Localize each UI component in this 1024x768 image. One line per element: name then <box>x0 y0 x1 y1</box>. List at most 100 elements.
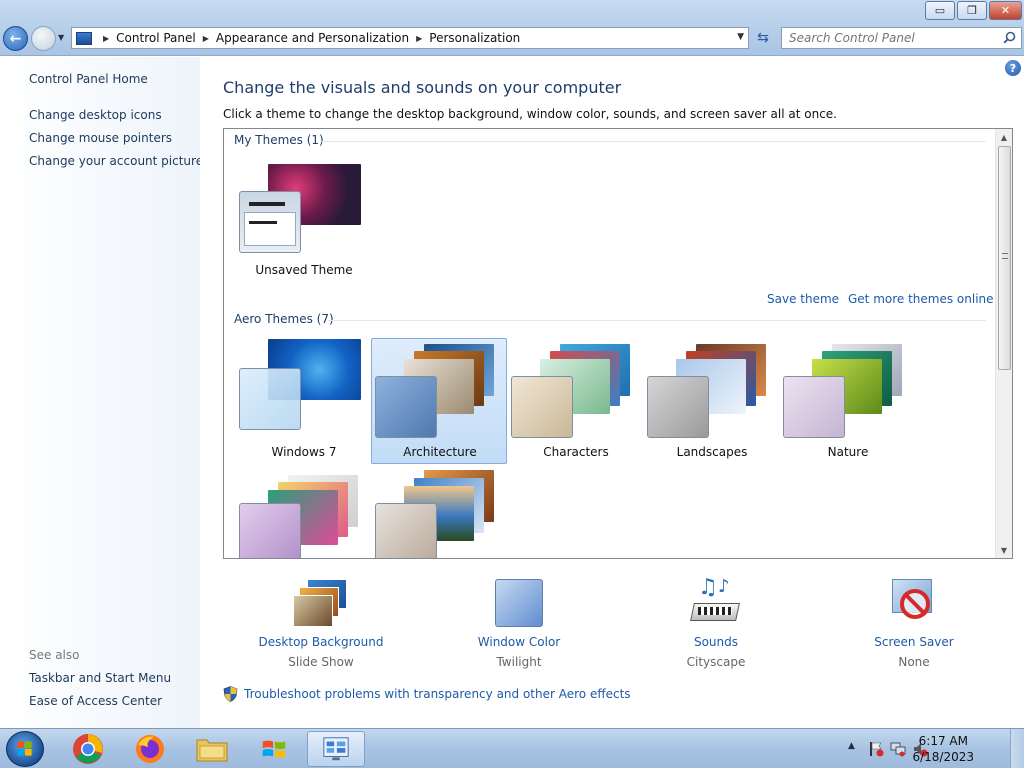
control-panel-icon <box>76 31 92 45</box>
back-button[interactable]: ← <box>3 26 28 51</box>
taskbar-control-panel[interactable] <box>307 731 365 767</box>
window-controls: ▭ ❐ ✕ <box>923 1 1022 20</box>
scroll-thumb[interactable] <box>998 146 1011 370</box>
window-preview-thumbnail <box>239 191 301 253</box>
theme-architecture[interactable]: Architecture <box>371 338 507 464</box>
theme-scenes[interactable] <box>235 469 371 558</box>
screen-saver-link[interactable]: Screen Saver <box>839 635 989 649</box>
change-account-picture-link[interactable]: Change your account picture <box>29 154 203 168</box>
ease-of-access-link[interactable]: Ease of Access Center <box>29 694 162 708</box>
minimize-button[interactable]: ▭ <box>925 1 955 20</box>
windows-flag-icon <box>262 740 286 758</box>
window-color-thumbnail <box>375 376 437 438</box>
firefox-icon <box>136 735 164 763</box>
search-input[interactable] <box>789 31 989 45</box>
taskbar: ▲ 6:17 AM 6/18/2023 <box>0 728 1024 768</box>
page-title: Change the visuals and sounds on your co… <box>223 78 622 97</box>
scroll-down-arrow-icon[interactable]: ▼ <box>996 542 1012 558</box>
taskbar-start-menu-link[interactable]: Taskbar and Start Menu <box>29 671 171 685</box>
taskbar-chrome[interactable] <box>59 731 117 767</box>
control-panel-home-link[interactable]: Control Panel Home <box>29 72 148 86</box>
window-color-thumbnail <box>239 368 301 430</box>
desktop-background-icon[interactable] <box>293 577 349 629</box>
window-color-thumbnail <box>239 503 301 558</box>
refresh-button[interactable]: ⇆ <box>751 27 775 49</box>
see-also-header: See also <box>29 648 80 662</box>
desktop-background-link[interactable]: Desktop Background <box>246 635 396 649</box>
theme-name: Landscapes <box>676 445 748 459</box>
theme-list[interactable]: My Themes (1) Unsaved Theme Save theme G… <box>223 128 1013 559</box>
theme-landscapes[interactable]: Landscapes <box>643 338 779 464</box>
window-color-icon[interactable] <box>491 577 547 629</box>
theme-nature[interactable]: Nature <box>779 338 915 464</box>
search-icon[interactable] <box>1003 31 1016 44</box>
window-color-link[interactable]: Window Color <box>444 635 594 649</box>
theme-united-states[interactable] <box>371 469 507 558</box>
chevron-right-icon[interactable]: ▶ <box>103 34 109 43</box>
aero-themes-header[interactable]: Aero Themes (7) <box>234 312 334 326</box>
scroll-up-arrow-icon[interactable]: ▲ <box>996 129 1012 145</box>
breadcrumb-personalization[interactable]: Personalization <box>429 31 520 45</box>
save-theme-link[interactable]: Save theme <box>767 292 839 306</box>
breadcrumb-appearance[interactable]: Appearance and Personalization <box>216 31 409 45</box>
sounds-value: Cityscape <box>686 655 746 669</box>
taskbar-explorer[interactable] <box>183 731 241 767</box>
theme-windows-7[interactable]: Windows 7 <box>235 338 371 464</box>
theme-list-scrollbar[interactable]: ▲ ▼ <box>995 129 1012 558</box>
group-divider <box>320 141 986 142</box>
uac-shield-icon <box>223 686 238 702</box>
windows-logo-icon <box>17 741 32 756</box>
maximize-button[interactable]: ❐ <box>957 1 987 20</box>
start-button[interactable] <box>6 731 44 767</box>
window-color-tool[interactable]: Window Color Twilight <box>444 577 594 669</box>
theme-name: Characters <box>543 445 609 459</box>
address-dropdown-icon[interactable]: ▼ <box>737 32 744 42</box>
screen-saver-value: None <box>898 655 930 669</box>
window-color-thumbnail <box>375 503 437 558</box>
close-button[interactable]: ✕ <box>989 1 1022 20</box>
theme-name: Architecture <box>403 445 477 459</box>
get-more-themes-link[interactable]: Get more themes online <box>848 292 994 306</box>
main-pane: ? Change the visuals and sounds on your … <box>200 57 1024 728</box>
back-arrow-icon: ← <box>9 30 22 47</box>
help-icon[interactable]: ? <box>1005 60 1021 76</box>
show-desktop-button[interactable] <box>1010 729 1024 768</box>
screen-saver-icon[interactable] <box>886 577 942 629</box>
breadcrumb-control-panel[interactable]: Control Panel <box>116 31 196 45</box>
change-desktop-icons-link[interactable]: Change desktop icons <box>29 108 162 122</box>
my-themes-header[interactable]: My Themes (1) <box>234 133 324 147</box>
show-hidden-icons-icon[interactable]: ▲ <box>848 741 855 751</box>
theme-name: Nature <box>827 445 869 459</box>
action-center-flag-icon[interactable] <box>868 741 884 757</box>
taskbar-firefox[interactable] <box>121 731 179 767</box>
desktop-background-value: Slide Show <box>288 655 354 669</box>
chevron-right-icon[interactable]: ▶ <box>203 34 209 43</box>
clock-time[interactable]: 6:17 AM <box>919 734 968 748</box>
screen-saver-tool[interactable]: Screen Saver None <box>839 577 989 669</box>
desktop-background-tool[interactable]: Desktop Background Slide Show <box>246 577 396 669</box>
chevron-right-icon[interactable]: ▶ <box>416 34 422 43</box>
window-color-thumbnail <box>783 376 845 438</box>
clock-date[interactable]: 6/18/2023 <box>912 750 974 764</box>
recent-pages-dropdown-icon[interactable]: ▼ <box>58 33 64 42</box>
theme-characters[interactable]: Characters <box>507 338 643 464</box>
address-bar[interactable]: ▶ Control Panel ▶ Appearance and Persona… <box>71 27 749 49</box>
sounds-link[interactable]: Sounds <box>641 635 791 649</box>
taskbar-windows-media[interactable] <box>245 731 303 767</box>
group-divider <box>328 320 986 321</box>
troubleshoot-link[interactable]: Troubleshoot problems with transparency … <box>223 686 631 702</box>
page-subtitle: Click a theme to change the desktop back… <box>223 107 837 121</box>
network-icon[interactable] <box>890 741 906 757</box>
change-mouse-pointers-link[interactable]: Change mouse pointers <box>29 131 172 145</box>
forward-button[interactable] <box>31 26 56 51</box>
search-box[interactable] <box>781 27 1022 49</box>
troubleshoot-link-text[interactable]: Troubleshoot problems with transparency … <box>244 687 631 701</box>
control-panel-icon <box>323 737 349 761</box>
sounds-tool[interactable]: ♫ ♪ Sounds Cityscape <box>641 577 791 670</box>
window-color-value: Twilight <box>496 655 542 669</box>
refresh-icon: ⇆ <box>757 30 769 46</box>
window-color-thumbnail <box>647 376 709 438</box>
chrome-icon <box>73 734 103 764</box>
sounds-icon[interactable]: ♫ ♪ <box>688 577 744 629</box>
theme-unsaved[interactable]: Unsaved Theme <box>235 163 371 289</box>
